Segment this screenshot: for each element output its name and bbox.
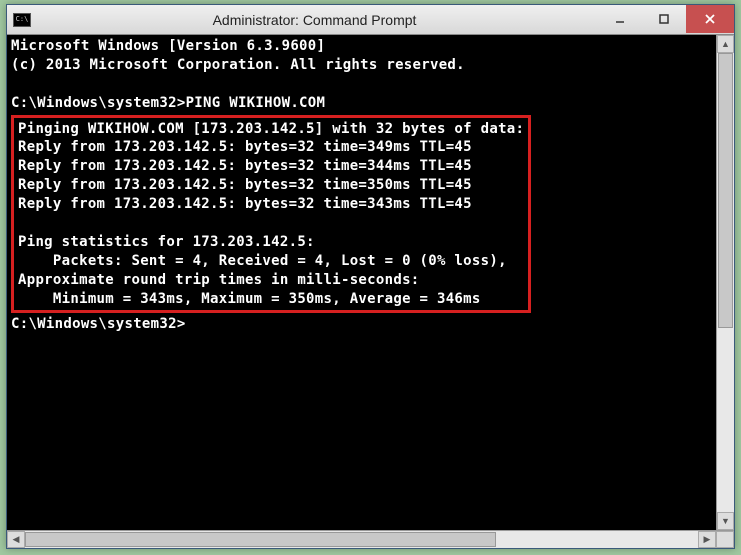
- vertical-scrollbar[interactable]: ▲ ▼: [716, 35, 734, 530]
- vscroll-thumb[interactable]: [718, 53, 733, 328]
- terminal-body: Microsoft Windows [Version 6.3.9600] (c)…: [7, 35, 734, 530]
- command-prompt-window: C:\ Administrator: Command Prompt Micros…: [6, 4, 735, 549]
- ping-header: Pinging WIKIHOW.COM [173.203.142.5] with…: [18, 121, 524, 137]
- ping-output-highlight: Pinging WIKIHOW.COM [173.203.142.5] with…: [11, 115, 531, 314]
- vscroll-track[interactable]: [717, 53, 734, 512]
- window-icon: C:\: [13, 13, 31, 27]
- scroll-up-button[interactable]: ▲: [717, 35, 734, 53]
- maximize-icon: [659, 14, 669, 24]
- terminal-wrap: Microsoft Windows [Version 6.3.9600] (c)…: [7, 35, 734, 548]
- hscroll-track[interactable]: [25, 531, 698, 548]
- prompt-line: C:\Windows\system32>: [11, 316, 186, 332]
- close-icon: [704, 13, 716, 25]
- ping-stats-header: Ping statistics for 173.203.142.5:: [18, 234, 315, 250]
- window-controls: [598, 5, 734, 34]
- ping-stats-packets: Packets: Sent = 4, Received = 4, Lost = …: [18, 253, 507, 269]
- ping-rtt-header: Approximate round trip times in milli-se…: [18, 272, 420, 288]
- command-line: C:\Windows\system32>PING WIKIHOW.COM: [11, 95, 325, 111]
- ping-rtt-values: Minimum = 343ms, Maximum = 350ms, Averag…: [18, 291, 481, 307]
- close-button[interactable]: [686, 5, 734, 33]
- titlebar[interactable]: C:\ Administrator: Command Prompt: [7, 5, 734, 35]
- copyright-line: (c) 2013 Microsoft Corporation. All righ…: [11, 57, 465, 73]
- scrollbar-corner: [716, 531, 734, 548]
- cmd-icon: C:\: [16, 16, 29, 23]
- horizontal-scrollbar[interactable]: ◀ ▶: [7, 530, 734, 548]
- ping-reply: Reply from 173.203.142.5: bytes=32 time=…: [18, 177, 472, 193]
- window-title: Administrator: Command Prompt: [31, 12, 598, 28]
- scroll-left-button[interactable]: ◀: [7, 531, 25, 548]
- scroll-right-button[interactable]: ▶: [698, 531, 716, 548]
- ping-reply: Reply from 173.203.142.5: bytes=32 time=…: [18, 196, 472, 212]
- terminal-output[interactable]: Microsoft Windows [Version 6.3.9600] (c)…: [7, 35, 716, 530]
- ping-reply: Reply from 173.203.142.5: bytes=32 time=…: [18, 158, 472, 174]
- hscroll-thumb[interactable]: [25, 532, 496, 547]
- minimize-button[interactable]: [598, 5, 642, 33]
- ping-reply: Reply from 173.203.142.5: bytes=32 time=…: [18, 139, 472, 155]
- minimize-icon: [615, 14, 625, 24]
- version-line: Microsoft Windows [Version 6.3.9600]: [11, 38, 325, 54]
- maximize-button[interactable]: [642, 5, 686, 33]
- scroll-down-button[interactable]: ▼: [717, 512, 734, 530]
